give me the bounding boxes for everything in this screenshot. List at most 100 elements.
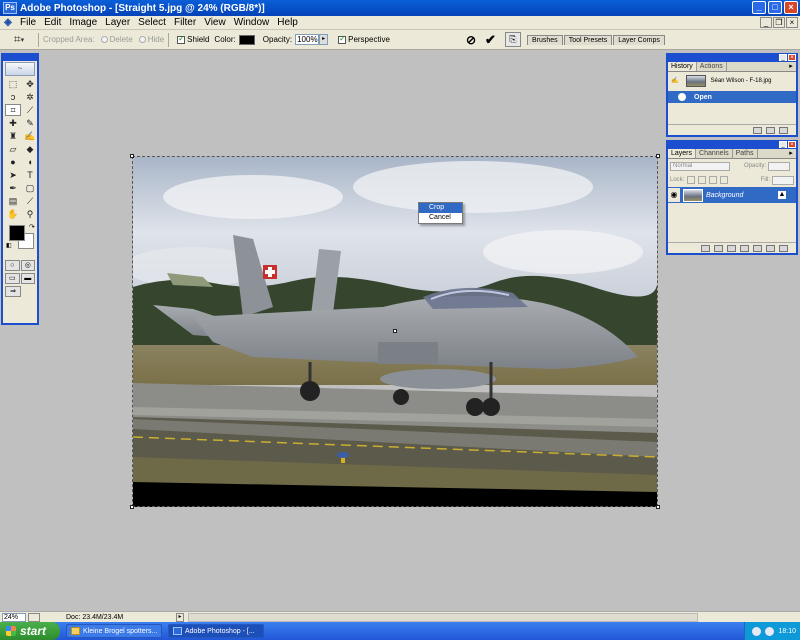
- cancel-icon[interactable]: ⊘: [466, 33, 476, 47]
- start-button[interactable]: start: [0, 622, 60, 640]
- jump-to-imageready-icon[interactable]: ⇒: [5, 286, 21, 297]
- minimize-button[interactable]: _: [752, 1, 766, 14]
- panel-menu-icon[interactable]: ▸: [786, 62, 796, 71]
- foreground-color-swatch[interactable]: [9, 225, 25, 241]
- tab-channels[interactable]: Channels: [696, 149, 733, 158]
- doc-restore-button[interactable]: ❐: [773, 17, 785, 28]
- magic-wand-tool-icon[interactable]: ✲: [22, 91, 38, 103]
- layer-opacity-input[interactable]: [768, 161, 791, 171]
- snapshot-brush-icon[interactable]: ✍: [671, 77, 678, 84]
- tab-history[interactable]: History: [668, 62, 697, 71]
- blur-tool-icon[interactable]: ●: [5, 156, 21, 168]
- notes-tool-icon[interactable]: ▤: [5, 195, 21, 207]
- hand-tool-icon[interactable]: ✋: [5, 208, 21, 220]
- healing-brush-tool-icon[interactable]: ✚: [5, 117, 21, 129]
- panel-title-bar[interactable]: _ ×: [668, 54, 796, 62]
- panel-minimize-button[interactable]: _: [779, 54, 787, 61]
- doc-minimize-button[interactable]: _: [760, 17, 772, 28]
- opacity-slider-button[interactable]: ▸: [319, 34, 329, 45]
- tab-layers[interactable]: Layers: [668, 149, 697, 158]
- commit-icon[interactable]: ✔: [485, 32, 496, 48]
- title-bar[interactable]: Ps Adobe Photoshop - [Straight 5.jpg @ 2…: [0, 0, 800, 16]
- perspective-checkbox[interactable]: [338, 34, 347, 44]
- file-browser-icon[interactable]: ⎘: [505, 32, 521, 47]
- crop-handle-bottom-right[interactable]: [656, 505, 660, 509]
- screen-mode-full-icon[interactable]: ▬: [20, 273, 35, 284]
- adobe-online-icon[interactable]: ~: [5, 62, 35, 76]
- doc-close-button[interactable]: ×: [786, 17, 798, 28]
- menu-edit[interactable]: Edit: [40, 17, 65, 28]
- panel-close-button[interactable]: ×: [788, 141, 796, 148]
- crop-handle-bottom-left[interactable]: [130, 505, 134, 509]
- move-tool-icon[interactable]: ✥: [22, 78, 38, 90]
- new-layer-icon[interactable]: [766, 244, 775, 252]
- tray-network-icon[interactable]: [752, 626, 762, 636]
- layer-mask-icon[interactable]: [727, 244, 736, 252]
- clock[interactable]: 18:10: [778, 628, 796, 635]
- new-document-from-state-icon[interactable]: [753, 126, 762, 134]
- crop-center-point-icon[interactable]: [393, 329, 397, 333]
- crop-marquee[interactable]: [130, 154, 660, 509]
- clone-stamp-tool-icon[interactable]: ♜: [5, 130, 21, 142]
- eraser-tool-icon[interactable]: ▱: [5, 143, 21, 155]
- crop-tool-icon[interactable]: ⌗: [5, 104, 21, 116]
- delete-layer-icon[interactable]: [779, 244, 788, 252]
- context-menu-cancel[interactable]: Cancel: [419, 213, 462, 223]
- blend-mode-select[interactable]: Normal: [670, 161, 730, 171]
- panel-menu-icon[interactable]: ▸: [786, 149, 796, 158]
- photoshop-app-icon[interactable]: Ps: [3, 2, 17, 14]
- zoom-tool-icon[interactable]: ⚲: [22, 208, 38, 220]
- type-tool-icon[interactable]: T: [22, 169, 38, 181]
- paint-bucket-tool-icon[interactable]: ◆: [22, 143, 38, 155]
- history-state[interactable]: Open: [668, 91, 796, 103]
- dodge-tool-icon[interactable]: ◖: [22, 156, 38, 168]
- default-colors-icon[interactable]: ◧: [6, 242, 12, 249]
- menu-image[interactable]: Image: [65, 17, 101, 28]
- menu-file[interactable]: File: [16, 17, 40, 28]
- tab-paths[interactable]: Paths: [733, 149, 758, 158]
- menu-view[interactable]: View: [200, 17, 230, 28]
- history-state-slider[interactable]: [678, 93, 686, 101]
- well-tab-layer-comps[interactable]: Layer Comps: [613, 35, 665, 45]
- fill-input[interactable]: [772, 175, 794, 185]
- tab-actions[interactable]: Actions: [697, 62, 727, 71]
- screen-mode-standard-icon[interactable]: ▭: [5, 273, 20, 284]
- swap-colors-icon[interactable]: ↷: [29, 223, 35, 231]
- lasso-tool-icon[interactable]: ↄ: [5, 91, 21, 103]
- close-button[interactable]: ×: [784, 1, 798, 14]
- shield-checkbox[interactable]: [177, 34, 186, 44]
- menu-select[interactable]: Select: [134, 17, 170, 28]
- menu-layer[interactable]: Layer: [101, 17, 134, 28]
- context-menu-crop[interactable]: Crop: [419, 203, 462, 213]
- history-snapshot[interactable]: ✍ Séan Wilson - F-18.jpg: [668, 72, 796, 89]
- document-icon[interactable]: ◈: [2, 17, 14, 29]
- crop-handle-top-left[interactable]: [130, 154, 134, 158]
- standard-mode-icon[interactable]: ○: [5, 260, 20, 271]
- marquee-tool-icon[interactable]: ⬚: [5, 78, 21, 90]
- shape-tool-icon[interactable]: ▢: [22, 182, 38, 194]
- brush-tool-icon[interactable]: ✎: [22, 117, 38, 129]
- status-info-icon[interactable]: [28, 612, 40, 622]
- menu-window[interactable]: Window: [230, 17, 274, 28]
- crop-tool-preset-picker[interactable]: ⌗ ▾: [4, 32, 34, 48]
- shield-color-swatch[interactable]: [238, 34, 255, 45]
- eye-icon[interactable]: ◉: [668, 188, 680, 202]
- well-tab-brushes[interactable]: Brushes: [527, 35, 563, 45]
- crop-handle-top-right[interactable]: [656, 154, 660, 158]
- taskbar-item-browser[interactable]: Kleine Brogel spotters...: [66, 624, 162, 638]
- menu-help[interactable]: Help: [273, 17, 302, 28]
- delete-radio[interactable]: [100, 36, 108, 43]
- hide-radio[interactable]: [138, 36, 146, 43]
- create-snapshot-icon[interactable]: [766, 126, 775, 134]
- status-menu-arrow-icon[interactable]: ▸: [176, 612, 184, 622]
- lock-transparency-icon[interactable]: [687, 176, 696, 184]
- lock-image-icon[interactable]: [698, 176, 707, 184]
- taskbar-item-photoshop[interactable]: Adobe Photoshop - [...: [168, 624, 264, 638]
- panel-title-bar[interactable]: _ ×: [668, 141, 796, 149]
- slice-tool-icon[interactable]: ⟋: [22, 104, 38, 116]
- layer-style-icon[interactable]: [714, 244, 723, 252]
- tray-volume-icon[interactable]: [765, 626, 775, 636]
- eyedropper-tool-icon[interactable]: ⟋: [22, 195, 38, 207]
- lock-all-icon[interactable]: [720, 176, 729, 184]
- maximize-button[interactable]: □: [768, 1, 782, 14]
